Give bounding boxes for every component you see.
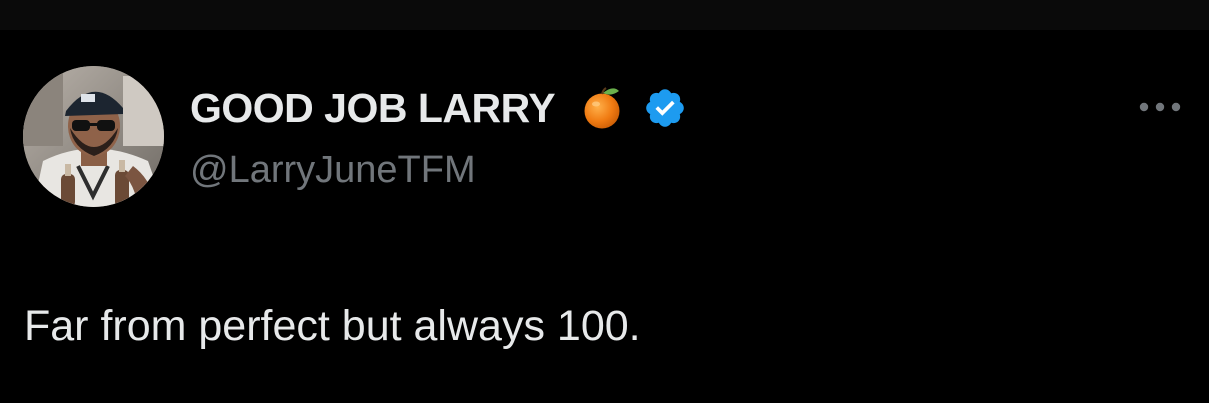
more-options-button[interactable] (1132, 90, 1188, 124)
orange-emoji-icon (579, 85, 625, 131)
tweet-screen: GOOD JOB LARRY @LarryJuneTFM Far from pe… (0, 0, 1209, 403)
tweet-text: Far from perfect but always 100. (24, 302, 641, 350)
display-name[interactable]: GOOD JOB LARRY (190, 80, 556, 136)
avatar-photo-icon (23, 66, 164, 207)
top-bar (0, 0, 1209, 30)
verified-badge-icon[interactable] (643, 86, 687, 130)
user-handle[interactable]: @LarryJuneTFM (190, 146, 476, 194)
more-options-icon (1139, 102, 1181, 112)
avatar[interactable] (23, 66, 164, 207)
display-name-row[interactable]: GOOD JOB LARRY (190, 80, 687, 136)
